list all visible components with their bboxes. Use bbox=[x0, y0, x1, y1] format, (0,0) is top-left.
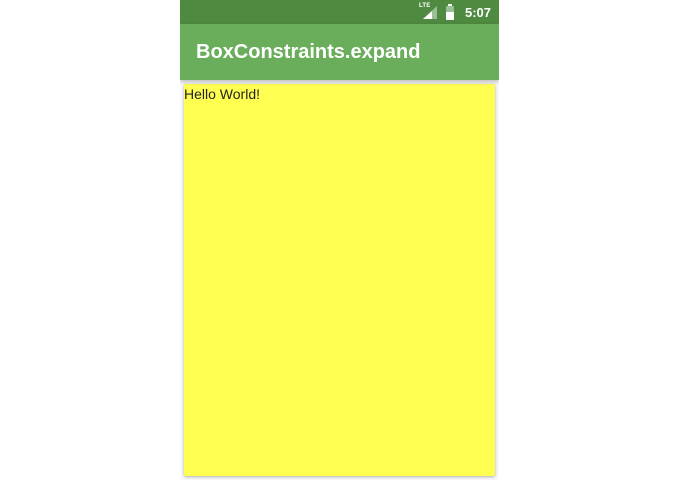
battery-icon bbox=[445, 4, 455, 20]
lte-signal-icon: LTE bbox=[418, 3, 439, 20]
page-body: Hello World! bbox=[180, 80, 499, 480]
status-clock: 5:07 bbox=[464, 4, 491, 20]
app-bar-title: BoxConstraints.expand bbox=[196, 41, 421, 63]
app-bar: BoxConstraints.expand bbox=[180, 24, 499, 80]
expanded-container: Hello World! bbox=[184, 84, 495, 476]
hello-text: Hello World! bbox=[184, 86, 260, 102]
phone-screen: LTE 5:07 BoxConstraints.expand Hello Wor… bbox=[180, 0, 499, 480]
status-bar: LTE 5:07 bbox=[180, 0, 499, 24]
network-type-label: LTE bbox=[418, 3, 431, 9]
status-icons: LTE 5:07 bbox=[419, 0, 491, 24]
